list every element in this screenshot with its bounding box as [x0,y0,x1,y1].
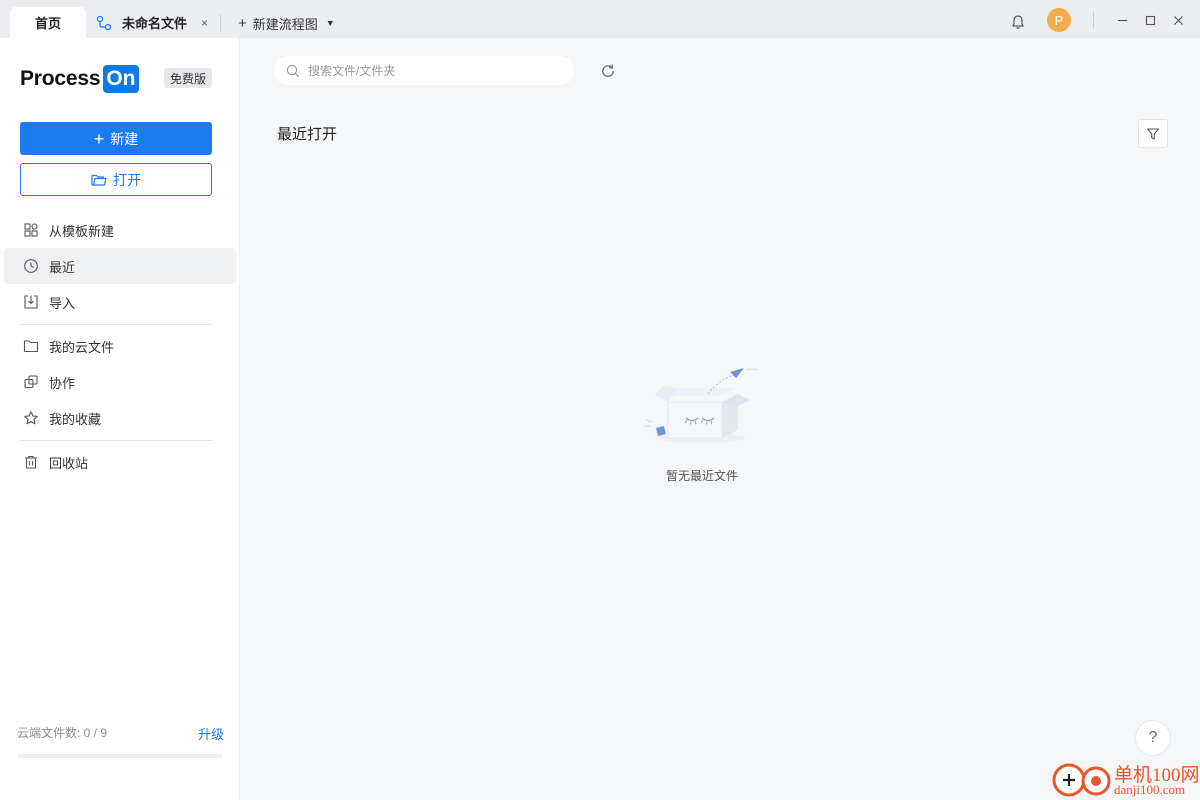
tab-file-label: 未命名文件 [122,16,188,31]
sidebar-divider [20,324,213,325]
maximize-icon [1145,15,1155,25]
sidebar-item-label: 我的收藏 [49,411,102,427]
help-button[interactable]: ? [1135,720,1171,756]
close-icon [1173,15,1183,25]
empty-state-text: 暂无最近文件 [665,469,738,483]
new-button[interactable]: + 新建 [20,122,212,155]
star-icon [24,411,38,425]
sidebar-item-label: 我的云文件 [49,339,115,355]
trash-icon [25,455,37,469]
sidebar-item-trash[interactable]: 回收站 [4,444,236,480]
maximize-button[interactable] [1140,10,1160,30]
watermark-url: danji100.com [1114,782,1186,797]
new-flowchart-button[interactable]: + 新建流程图 ▼ [238,14,335,32]
open-button-label: 打开 [113,171,141,188]
clock-icon [24,259,38,273]
sidebar-item-favorites[interactable]: 我的收藏 [4,400,236,436]
filter-button[interactable] [1138,119,1168,148]
sidebar-item-label: 导入 [49,295,76,311]
sidebar-item-collaborate[interactable]: 协作 [4,364,236,400]
tab-home[interactable]: 首页 [10,7,86,38]
tab-home-label: 首页 [34,16,61,31]
window-controls-divider [1093,12,1094,28]
import-icon [24,295,38,309]
filter-icon [1146,127,1160,140]
processon-logo: Process On [20,64,139,94]
sidebar-item-import[interactable]: 导入 [4,284,236,320]
logo-text: Process [20,67,101,90]
tab-close-icon[interactable]: × [201,16,208,30]
flowchart-icon [96,15,112,30]
sidebar: Process On 免费版 + 新建 打开 从模板新建 最近 导入 我的云文件… [0,38,240,800]
tab-untitled-file[interactable]: 未命名文件 × [92,7,216,38]
sidebar-item-label: 从模板新建 [49,223,115,239]
search-box[interactable] [274,56,574,85]
sidebar-item-recent[interactable]: 最近 [4,248,236,284]
empty-box-illustration [644,368,759,443]
minimize-button[interactable] [1112,10,1132,30]
bell-icon[interactable] [1010,14,1026,30]
title-bar: 首页 未命名文件 × + 新建流程图 ▼ P [0,0,1200,38]
search-icon [286,64,300,77]
logo-badge: On [103,65,139,93]
plus-icon: + [238,14,247,32]
template-icon [24,223,38,237]
open-folder-icon [91,174,107,186]
cloud-quota-bar [17,754,223,758]
section-title: 最近打开 [277,126,338,143]
cloud-quota-label: 云端文件数: 0 / 9 [17,726,108,740]
plus-icon: + [93,128,105,149]
sidebar-item-template[interactable]: 从模板新建 [4,212,236,248]
watermark: 单机100网 danji100.com [1050,760,1200,800]
tab-divider [220,14,221,32]
folder-icon [23,340,39,353]
upgrade-link[interactable]: 升级 [198,724,224,743]
sidebar-divider [20,440,213,441]
minimize-icon [1117,19,1127,21]
collaborate-icon [24,375,38,389]
new-button-label: 新建 [110,130,139,147]
sidebar-item-cloud-files[interactable]: 我的云文件 [4,328,236,364]
sidebar-item-label: 最近 [49,259,76,275]
close-window-button[interactable] [1168,10,1188,30]
open-button[interactable]: 打开 [20,163,212,196]
user-avatar[interactable]: P [1047,8,1071,32]
new-flowchart-label: 新建流程图 [252,16,318,32]
sidebar-item-label: 协作 [49,375,76,391]
search-input[interactable] [308,63,558,78]
plan-badge: 免费版 [164,68,213,88]
sidebar-item-label: 回收站 [49,455,89,471]
refresh-icon[interactable] [600,63,616,79]
caret-down-icon: ▼ [325,18,335,28]
